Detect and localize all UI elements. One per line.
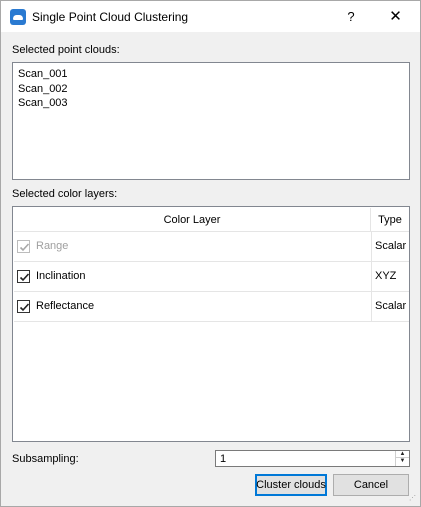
column-header-type[interactable]: Type xyxy=(371,208,409,232)
checkbox-range xyxy=(17,240,30,253)
point-cloud-list[interactable]: Scan_001 Scan_002 Scan_003 xyxy=(12,62,410,180)
resize-grip-icon[interactable]: ⋰ xyxy=(409,495,417,503)
spin-up-icon[interactable]: ▲ xyxy=(396,451,409,458)
layer-name: Inclination xyxy=(36,270,86,282)
layers-label: Selected color layers: xyxy=(12,188,118,200)
dialog-window: Single Point Cloud Clustering ? ✕ Select… xyxy=(0,0,421,507)
spin-arrows[interactable]: ▲ ▼ xyxy=(395,451,409,466)
list-item[interactable]: Scan_003 xyxy=(18,97,68,109)
layer-name: Reflectance xyxy=(36,300,95,312)
spin-down-icon[interactable]: ▼ xyxy=(396,458,409,465)
subsampling-label: Subsampling: xyxy=(12,453,79,465)
cloud-icon xyxy=(10,9,26,25)
layer-type: XYZ xyxy=(371,262,409,291)
color-layer-table[interactable]: Color Layer Type Range Scalar Inclinatio… xyxy=(12,206,410,442)
help-button[interactable]: ? xyxy=(333,1,369,32)
title-bar[interactable]: Single Point Cloud Clustering ? ✕ xyxy=(1,1,420,32)
table-row[interactable]: Reflectance Scalar xyxy=(14,292,409,322)
layer-type: Scalar xyxy=(371,292,409,321)
layer-type: Scalar xyxy=(371,232,409,261)
clouds-label: Selected point clouds: xyxy=(12,44,120,56)
list-item[interactable]: Scan_001 xyxy=(18,68,68,80)
subsampling-value[interactable]: 1 xyxy=(220,453,226,465)
table-row[interactable]: Inclination XYZ xyxy=(14,262,409,292)
cluster-clouds-button[interactable]: Cluster clouds xyxy=(255,474,327,496)
subsampling-spinbox[interactable]: 1 ▲ ▼ xyxy=(215,450,410,467)
window-title: Single Point Cloud Clustering xyxy=(32,10,189,24)
layer-name: Range xyxy=(36,240,69,252)
cancel-button[interactable]: Cancel xyxy=(333,474,409,496)
close-icon[interactable]: ✕ xyxy=(371,1,420,32)
list-item[interactable]: Scan_002 xyxy=(18,83,68,95)
checkbox-reflectance[interactable] xyxy=(17,300,30,313)
table-row[interactable]: Range Scalar xyxy=(14,232,409,262)
column-header-color-layer[interactable]: Color Layer xyxy=(14,208,371,232)
checkbox-inclination[interactable] xyxy=(17,270,30,283)
